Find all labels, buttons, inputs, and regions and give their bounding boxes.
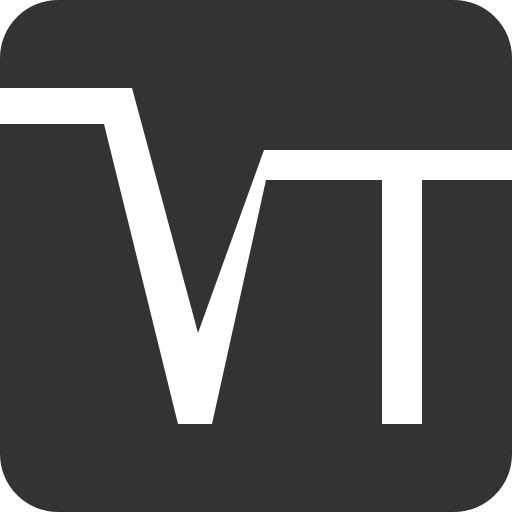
vt-logo-icon [0,0,512,512]
vt-app-icon [0,0,512,512]
icon-background [0,0,512,512]
